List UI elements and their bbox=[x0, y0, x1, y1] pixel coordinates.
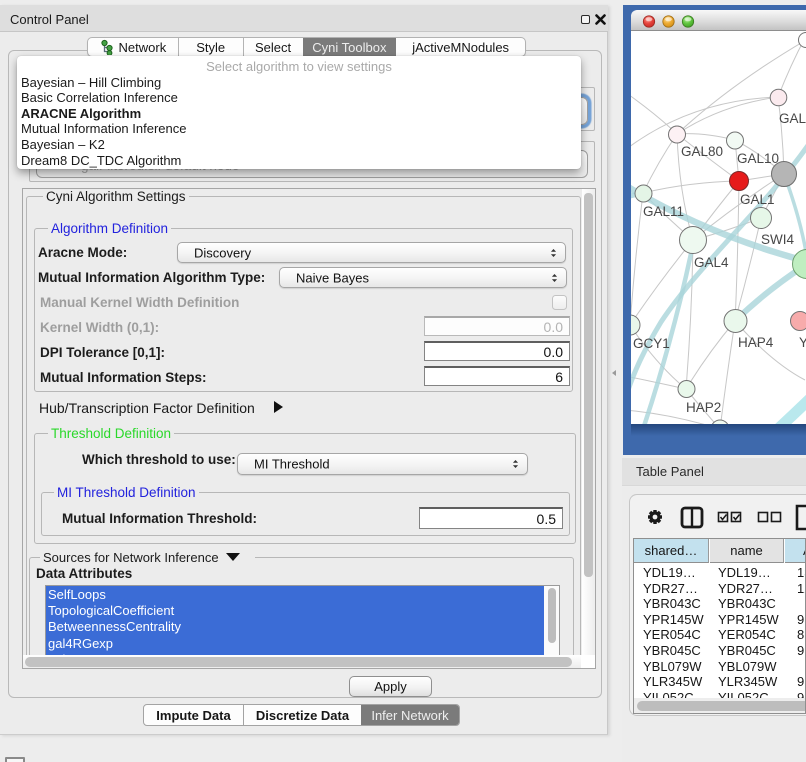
svg-text:GAL1: GAL1 bbox=[740, 192, 775, 207]
svg-text:GAL80: GAL80 bbox=[681, 144, 723, 159]
svg-text:YJ: YJ bbox=[799, 335, 806, 350]
svg-text:HAP4: HAP4 bbox=[738, 335, 774, 350]
svg-text:GAL11: GAL11 bbox=[643, 204, 684, 219]
svg-text:SWI4: SWI4 bbox=[761, 232, 794, 247]
svg-text:GCY1: GCY1 bbox=[633, 336, 670, 351]
svg-text:GAL10: GAL10 bbox=[737, 151, 779, 166]
svg-text:GAL7: GAL7 bbox=[779, 111, 806, 126]
svg-text:GAL4: GAL4 bbox=[694, 255, 729, 270]
svg-text:HAP2: HAP2 bbox=[686, 400, 721, 415]
